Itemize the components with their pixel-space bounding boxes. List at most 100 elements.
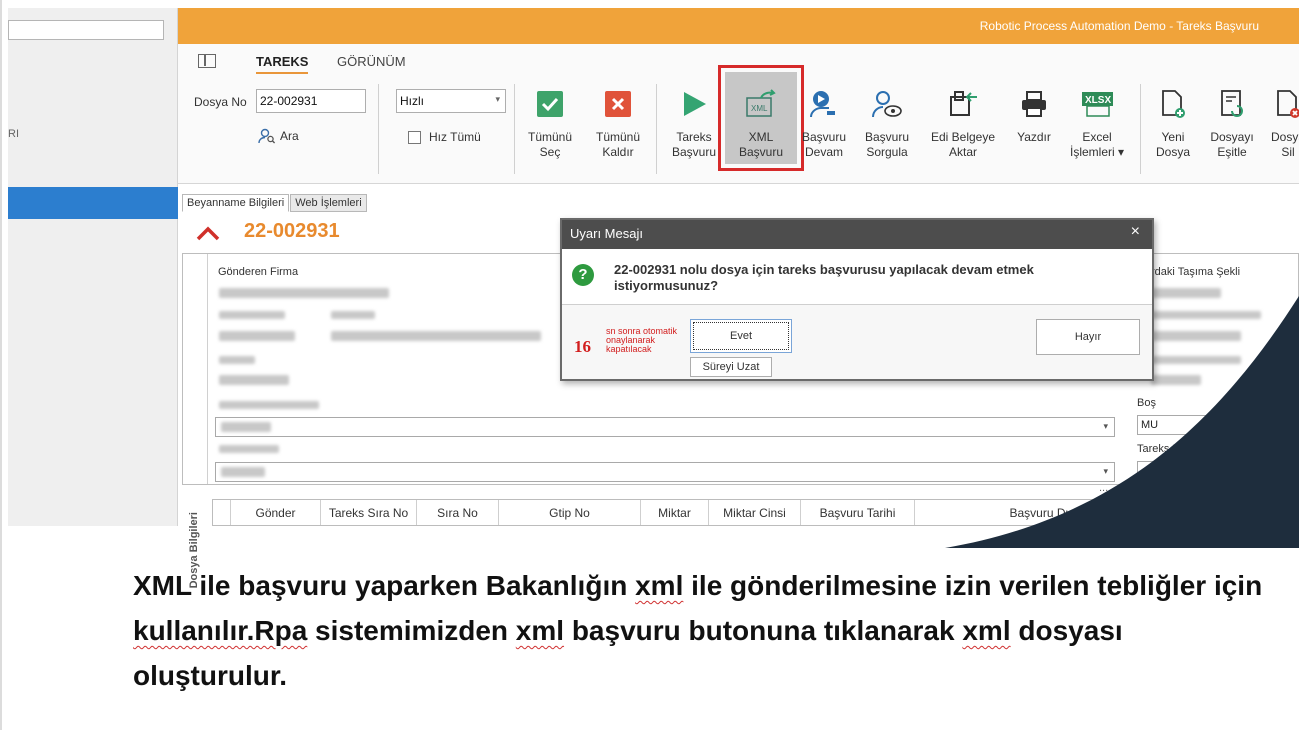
grid-col-basvuru-tarihi[interactable]: Başvuru Tarihi — [801, 500, 915, 525]
hiz-tumu-checkbox[interactable]: Hız Tümü — [408, 130, 481, 144]
sync-file-icon — [1216, 88, 1248, 120]
edi-belgeye-aktar-label-2: Aktar — [948, 145, 977, 159]
basvuru-sorgula-button[interactable]: Başvuru Sorgula — [858, 84, 916, 174]
dosya-no-label: Dosya No — [194, 95, 247, 109]
caption-part: ile gönderilmesine izin verilen tebliğle… — [683, 570, 1263, 601]
tab-web-islemleri[interactable]: Web İşlemleri — [290, 194, 367, 212]
grid-header: Gönder Tareks Sıra No Sıra No Gtip No Mi… — [212, 499, 1299, 526]
excel-label-2: İşlemleri ▾ — [1069, 145, 1125, 159]
more-dots[interactable]: ... — [1099, 482, 1108, 494]
slide: RI Robotic Process Automation Demo - Tar… — [0, 0, 1299, 730]
tareks-basvuru-button[interactable]: Tareks Başvuru — [666, 84, 722, 174]
xml-basvuru-button[interactable]: XML XML Başvuru — [732, 84, 790, 174]
check-icon — [534, 88, 566, 120]
grid-col-miktar[interactable]: Miktar — [641, 500, 709, 525]
mu-field[interactable]: MU — [1137, 415, 1277, 435]
left-pane-selected-item[interactable] — [8, 187, 178, 219]
select-all-label-1: Tümünü — [527, 130, 573, 144]
close-icon[interactable]: × — [1131, 223, 1140, 241]
grid-col-miktar-cinsi[interactable]: Miktar Cinsi — [709, 500, 801, 525]
caption-misspelled-word: xml — [515, 615, 565, 646]
extend-time-button[interactable]: Süreyi Uzat — [690, 357, 772, 377]
grid-col-basvuru-durumu[interactable]: Başvuru Durumu — [915, 500, 1195, 525]
search-button[interactable]: Ara — [258, 128, 299, 144]
sync-file-button[interactable]: Dosyayı Eşitle — [1204, 84, 1260, 174]
tareks-ba-field[interactable] — [1137, 461, 1277, 481]
title-bar: Robotic Process Automation Demo - Tareks… — [178, 8, 1299, 44]
blurred-value — [1151, 331, 1241, 341]
slide-border — [0, 0, 2, 730]
new-file-button[interactable]: Yeni Dosya — [1148, 84, 1198, 174]
blurred-label — [219, 401, 319, 409]
user-search-icon — [258, 128, 276, 144]
no-button[interactable]: Hayır — [1036, 319, 1140, 355]
blurred-value — [219, 375, 289, 385]
yes-button[interactable]: Evet — [690, 319, 792, 353]
xlsx-icon: XLSX — [1081, 88, 1113, 120]
new-file-label-2: Dosya — [1155, 145, 1190, 159]
mu-value: MU — [1141, 419, 1159, 431]
tareks-basvuru-label-1: Tareks — [676, 130, 712, 144]
sync-file-label-1: Dosyayı — [1210, 130, 1254, 144]
dialog-title: Uyarı Mesajı — [570, 226, 643, 241]
unselect-all-label-1: Tümünü — [595, 130, 641, 144]
window-title: Robotic Process Automation Demo - Tareks… — [979, 19, 1259, 33]
dosya-no-input[interactable]: 22-002931 — [256, 89, 366, 113]
grid-col-tareks-sira-no[interactable]: Tareks Sıra No — [321, 500, 417, 525]
ribbon-separator — [1140, 84, 1141, 174]
grid-col-gonder[interactable]: Gönder — [231, 500, 321, 525]
remove-icon — [602, 88, 634, 120]
blurred-value — [219, 331, 295, 341]
grid-row-indicator — [213, 500, 231, 525]
blurred-value — [1151, 288, 1221, 298]
dropdown-field[interactable] — [215, 417, 1115, 437]
blurred-value — [221, 422, 271, 432]
caption-part: sistemimizden — [307, 615, 516, 646]
ribbon-separator — [656, 84, 657, 174]
checkbox-box[interactable] — [408, 130, 421, 144]
warning-dialog: Uyarı Mesajı × ? 22-002931 nolu dosya iç… — [560, 218, 1154, 381]
caption-part: başvuru butonuna tıklanarak — [564, 615, 963, 646]
basvuru-sorgula-label-1: Başvuru — [864, 130, 910, 144]
caption-part: XML ile başvuru yaparken Bakanlığın — [133, 570, 636, 601]
blurred-label — [331, 311, 375, 319]
document-tabs: Beyanname Bilgileri Web İşlemleri — [182, 194, 368, 212]
hiz-tumu-label: Hız Tümü — [429, 130, 481, 144]
left-pane-label: RI — [8, 128, 19, 140]
grid-col-gtip-no[interactable]: Gtip No — [499, 500, 641, 525]
xml-basvuru-label-2: Başvuru — [738, 145, 784, 159]
left-search-input[interactable] — [8, 20, 164, 40]
edi-belgeye-aktar-button[interactable]: Edi Belgeye Aktar — [924, 84, 1002, 174]
caption-misspelled-word: kullanılır.Rpa — [133, 615, 308, 646]
speed-select[interactable]: Hızlı — [396, 89, 506, 113]
tab-gorunum[interactable]: GÖRÜNÜM — [337, 54, 406, 69]
caption-misspelled-word: xml — [962, 615, 1011, 646]
blurred-value — [331, 331, 541, 341]
delete-file-button[interactable]: Dosya Sil — [1266, 84, 1299, 174]
print-button[interactable]: Yazdır — [1008, 84, 1060, 174]
app-menu-icon[interactable] — [198, 54, 216, 68]
collapse-caret-icon[interactable] — [196, 225, 220, 241]
svg-text:XML: XML — [751, 104, 768, 113]
delete-file-label-2: Sil — [1281, 145, 1295, 159]
blurred-value — [1151, 375, 1201, 385]
tab-beyanname-bilgileri[interactable]: Beyanname Bilgileri — [182, 194, 290, 212]
caption-misspelled-word: xml — [635, 570, 684, 601]
blurred-label — [219, 445, 279, 453]
excel-operations-button[interactable]: XLSX Excel İşlemleri ▾ — [1062, 84, 1132, 174]
basvuru-devam-label-2: Devam — [804, 145, 843, 159]
auto-close-text: sn sonra otomatik onaylanarak kapatılaca… — [606, 326, 678, 354]
basvuru-devam-button[interactable]: Başvuru Devam — [796, 84, 852, 174]
blurred-label — [219, 356, 255, 364]
unselect-all-button[interactable]: Tümünü Kaldır — [590, 84, 646, 174]
tab-tareks[interactable]: TAREKS — [256, 54, 309, 74]
dropdown-field[interactable] — [215, 462, 1115, 482]
panel-divider — [207, 254, 208, 484]
grid-col-sira-no[interactable]: Sıra No — [417, 500, 499, 525]
edi-belgeye-aktar-label-1: Edi Belgeye — [930, 130, 996, 144]
printer-icon — [1018, 88, 1050, 120]
blurred-label — [1151, 311, 1261, 319]
delete-file-icon — [1272, 88, 1299, 120]
tasima-sekli-label: rdaki Taşıma Şekli — [1151, 266, 1241, 278]
select-all-button[interactable]: Tümünü Seç — [522, 84, 578, 174]
